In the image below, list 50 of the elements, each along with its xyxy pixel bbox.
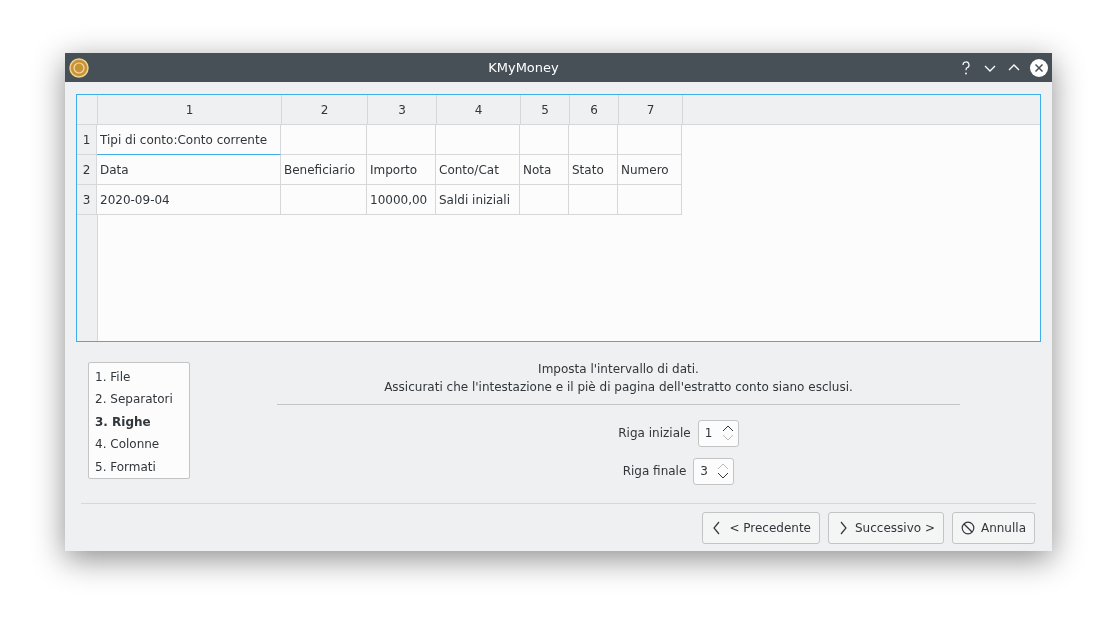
table-cell[interactable]: Saldi iniziali [436,185,520,215]
row-header[interactable]: 2 [77,155,97,185]
dialog-button[interactable]: Annulla [951,512,1035,544]
table-cell[interactable]: 2020-09-04 [97,185,281,215]
table-cell[interactable]: Data [97,155,281,185]
window-title: KMyMoney [487,60,560,75]
table-cell[interactable]: Importo [367,155,436,185]
table-cell[interactable] [569,185,618,215]
column-header[interactable]: 5 [521,95,570,125]
close-icon[interactable] [1030,58,1048,77]
spin-box[interactable]: 3 [693,457,735,485]
instruction-text: Assicurati che l'intestazione e il piè di pagina dell'estratto conto siano esclusi. [384,379,853,396]
dialog-button[interactable]: Successivo > [828,512,944,544]
table-cell[interactable] [281,125,367,155]
table-cell[interactable] [618,185,682,215]
row-header[interactable]: 3 [77,185,97,215]
instruction-text: Imposta l'intervallo di dati. [537,361,700,378]
table-cell[interactable]: Conto/Cat [436,155,520,185]
field-label: Riga finale [622,464,687,478]
step-item: 3. Righe [95,413,152,431]
table-cell[interactable] [367,125,436,155]
table-cell[interactable]: Stato [569,155,618,185]
table-cell[interactable]: Beneficiario [281,155,367,185]
field-label: Riga iniziale [618,426,691,440]
column-header[interactable]: 1 [98,95,282,125]
spin-box[interactable]: 1 [697,419,739,447]
step-item: 1. File [95,369,132,386]
row-header[interactable]: 1 [77,125,97,155]
coin-icon [69,57,89,78]
table-cell[interactable] [569,125,618,155]
column-header[interactable]: 2 [282,95,368,125]
cancel-icon [960,521,975,535]
table-cell[interactable]: Tipi di conto:Conto corrente [97,125,281,155]
column-header[interactable]: 7 [619,95,683,125]
column-header[interactable]: 3 [368,95,437,125]
step-item: 5. Formati [95,458,157,476]
step-item: 4. Colonne [95,436,161,454]
column-header[interactable]: 4 [437,95,521,125]
table-cell[interactable] [618,125,682,155]
header-corner[interactable] [77,95,98,125]
table-cell[interactable]: Nota [520,155,569,185]
table-cell[interactable] [281,185,367,215]
table-cell[interactable] [436,125,520,155]
column-header[interactable]: 6 [570,95,619,125]
table-cell[interactable] [520,125,569,155]
table-cell[interactable]: Numero [618,155,682,185]
step-item: 2. Separatori [95,391,174,409]
dialog-button[interactable]: < Precedente [702,512,820,544]
table-cell[interactable] [520,185,569,215]
table-cell[interactable]: 10000,00 [367,185,436,215]
